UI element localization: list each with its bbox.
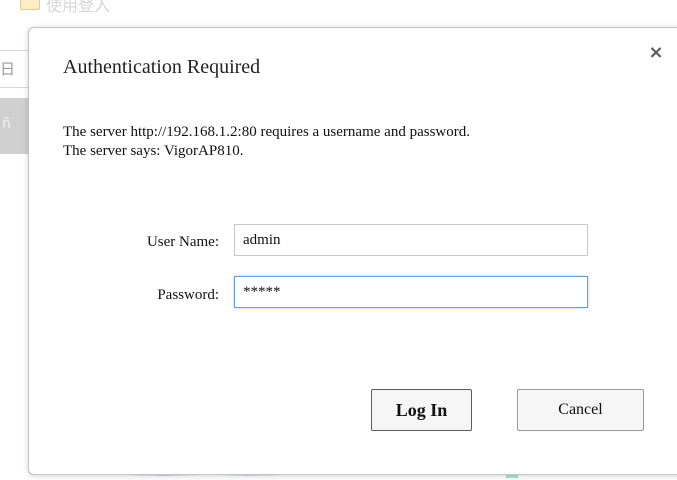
- authentication-dialog: Authentication Required × The server htt…: [28, 27, 677, 475]
- login-button[interactable]: Log In: [371, 389, 472, 431]
- server-requirement-text: The server http://192.168.1.2:80 require…: [63, 124, 470, 140]
- server-says-text: The server says: VigorAP810.: [63, 143, 244, 159]
- dialog-message: The server http://192.168.1.2:80 require…: [63, 123, 470, 161]
- background-page-title: 使用登入: [46, 0, 111, 15]
- dialog-title: Authentication Required: [63, 56, 261, 78]
- cancel-button[interactable]: Cancel: [517, 389, 644, 431]
- background-button-text: ñ: [2, 116, 11, 132]
- close-icon[interactable]: ×: [646, 42, 666, 64]
- username-label: User Name:: [146, 234, 219, 250]
- folder-icon: [20, 0, 40, 10]
- password-field[interactable]: [234, 276, 588, 308]
- password-label: Password:: [157, 287, 219, 303]
- background-edge-text: 日: [0, 60, 16, 78]
- username-field[interactable]: [234, 224, 588, 256]
